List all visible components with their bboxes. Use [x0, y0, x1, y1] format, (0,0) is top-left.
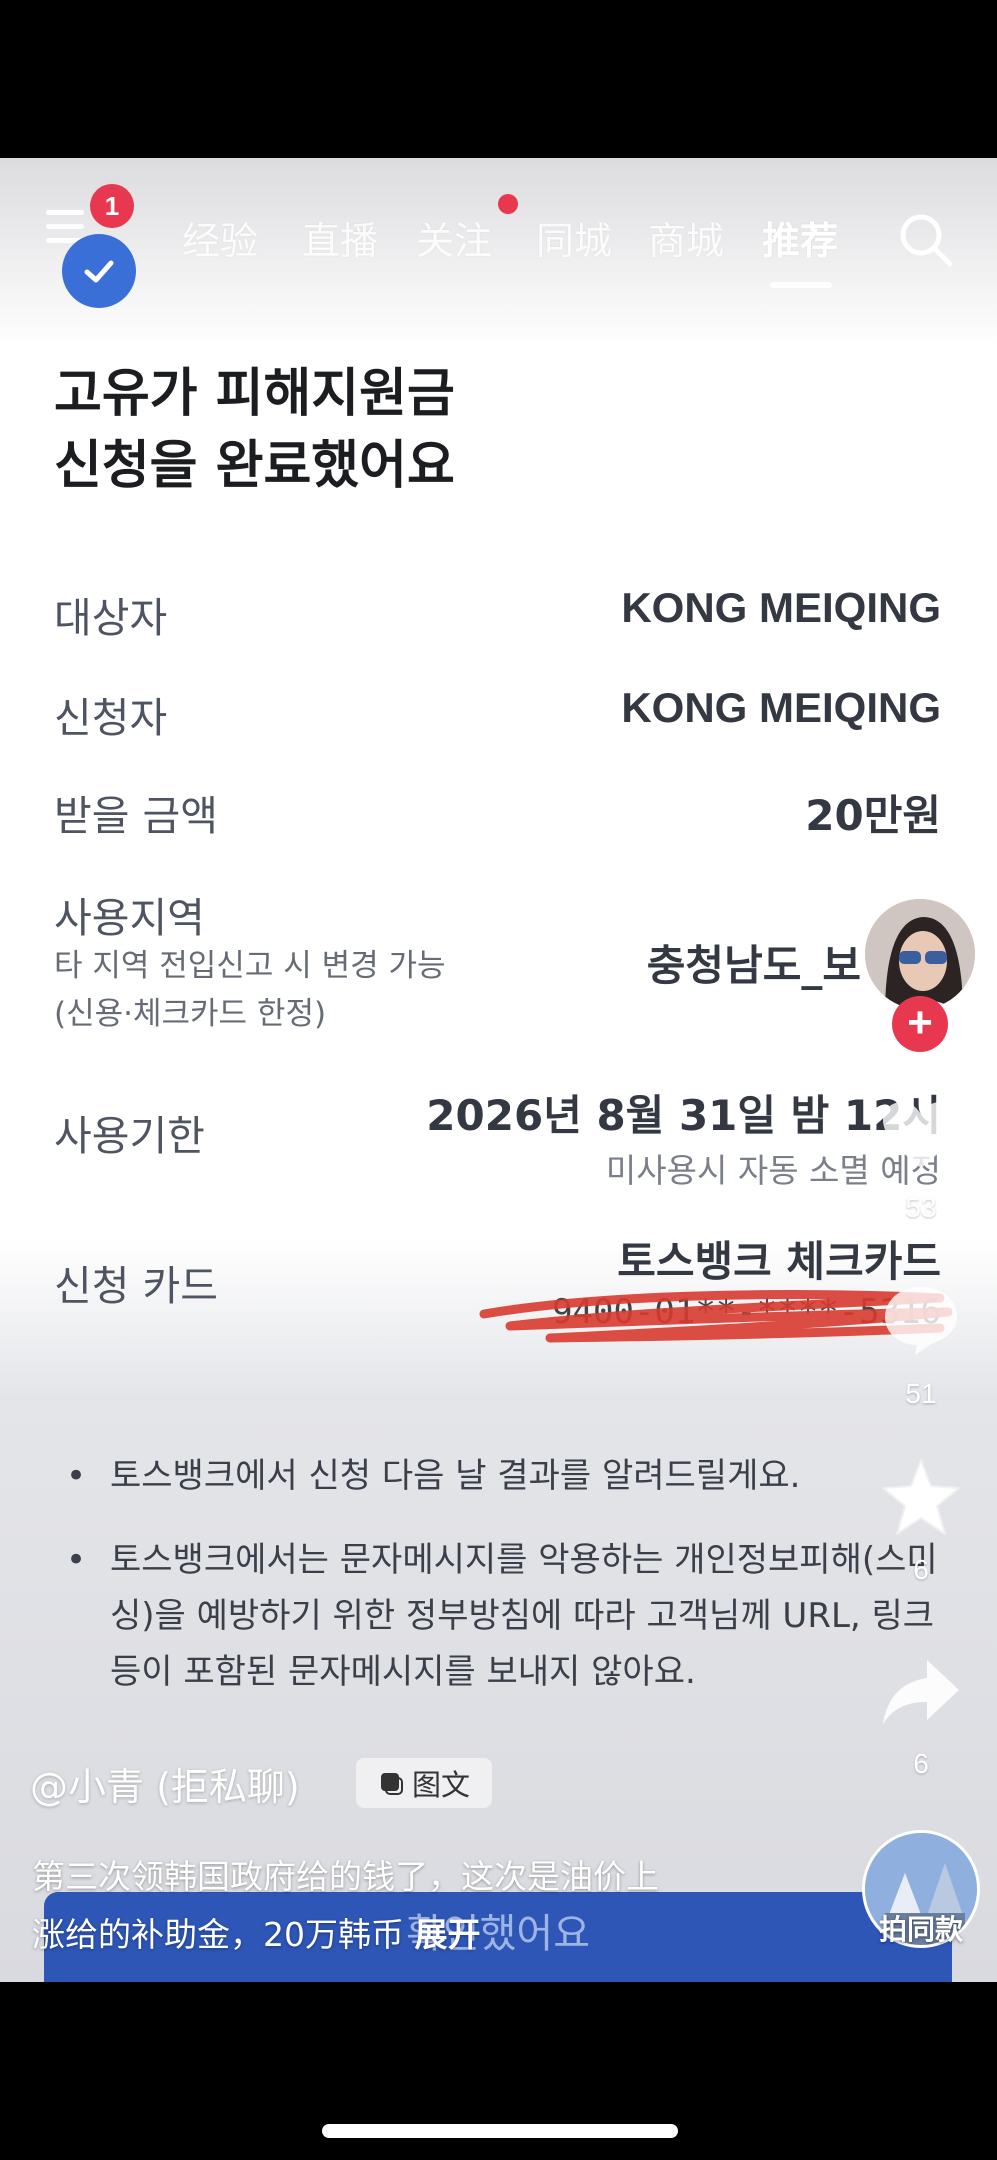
amount-label: 받을 금액 [54, 792, 218, 840]
same-style-label[interactable]: 拍同款 [860, 1908, 982, 1948]
image-text-icon [380, 1773, 403, 1795]
region-value: 충청남도_보 [646, 941, 861, 990]
bullet-icon: • [66, 1456, 87, 1496]
follow-plus-icon[interactable]: + [892, 996, 948, 1052]
author-avatar[interactable] [862, 896, 978, 1012]
check-icon [62, 234, 136, 308]
screen: 1 经验 直播 关注 同城 商城 推荐 고유가 피해지원금 신청을 완료했어요 … [0, 158, 997, 1982]
notification-badge: 1 [90, 184, 134, 228]
target-value: KONG MEIQING [621, 584, 941, 631]
card-label: 신청 카드 [54, 1262, 218, 1310]
notice-text-1: 토스뱅크에서 신청 다음 날 결과를 알려드릴게요. [110, 1456, 801, 1496]
notice-text-2: 토스뱅크에서는 문자메시지를 악용하는 개인정보피해(스미싱)을 예방하기 위한… [110, 1540, 938, 1692]
tab-mall[interactable]: 商城 [648, 210, 724, 265]
search-icon[interactable] [896, 210, 956, 270]
top-nav: 1 经验 直播 关注 同城 商城 推荐 [0, 158, 997, 308]
top-bezel [0, 0, 997, 158]
applicant-value: KONG MEIQING [621, 684, 941, 731]
post-type-label: 图文 [411, 1768, 470, 1802]
favorite-count: 6 [913, 1554, 929, 1585]
following-dot-badge [498, 194, 518, 214]
author-name[interactable]: @小青 (拒私聊) [30, 1756, 300, 1811]
notice-item-1: • 토스뱅크에서 신청 다음 날 결과를 알려드릴게요. [66, 1448, 946, 1504]
like-count: 53 [905, 1192, 937, 1223]
applicant-label: 신청자 [54, 694, 168, 742]
active-tab-indicator [770, 282, 832, 288]
share-count: 6 [913, 1748, 929, 1779]
heart-icon[interactable] [876, 1096, 966, 1176]
expand-link[interactable]: 展开 [415, 1915, 481, 1954]
region-sub-line-1: 타 지역 전입신고 시 변경 가능 [54, 948, 446, 984]
caption-line-1: 第三次领韩国政府给的钱了，这次是油价上 [32, 1857, 659, 1896]
deadline-value: 2026년 8월 31일 밤 12시 [426, 1091, 941, 1140]
tab-experience[interactable]: 经验 [182, 210, 258, 265]
region-sub-line-2: (신용·체크카드 한정) [54, 996, 327, 1032]
amount-value: 20만원 [805, 791, 941, 840]
target-label: 대상자 [54, 594, 168, 642]
tab-nearby[interactable]: 同城 [536, 210, 612, 265]
page-title: 고유가 피해지원금 신청을 완료했어요 [54, 358, 455, 502]
tab-following[interactable]: 关注 [416, 210, 492, 265]
region-label: 사용지역 [54, 894, 205, 942]
share-icon[interactable] [876, 1652, 966, 1732]
comment-count: 51 [905, 1378, 937, 1409]
post-caption[interactable]: 第三次领韩国政府给的钱了，这次是油价上 涨给的补助金，20万韩币 展开 [32, 1848, 752, 1964]
bullet-icon: • [66, 1540, 87, 1580]
region-sub: 타 지역 전입신고 시 변경 가능 (신용·체크카드 한정) [54, 942, 446, 1038]
tab-recommend[interactable]: 推荐 [762, 210, 838, 265]
title-line-1: 고유가 피해지원금 [54, 364, 455, 424]
home-indicator[interactable] [322, 2124, 678, 2138]
title-line-2: 신청을 완료했어요 [54, 436, 455, 496]
notice-item-2: • 토스뱅크에서는 문자메시지를 악용하는 개인정보피해(스미싱)을 예방하기 … [66, 1532, 946, 1700]
comment-icon[interactable] [876, 1280, 966, 1360]
star-icon[interactable] [876, 1458, 966, 1538]
deadline-label: 사용기한 [54, 1112, 205, 1160]
caption-line-2: 涨给的补助金，20万韩币 [32, 1915, 404, 1954]
post-type-tag: 图文 [356, 1758, 492, 1808]
tab-live[interactable]: 直播 [302, 210, 378, 265]
